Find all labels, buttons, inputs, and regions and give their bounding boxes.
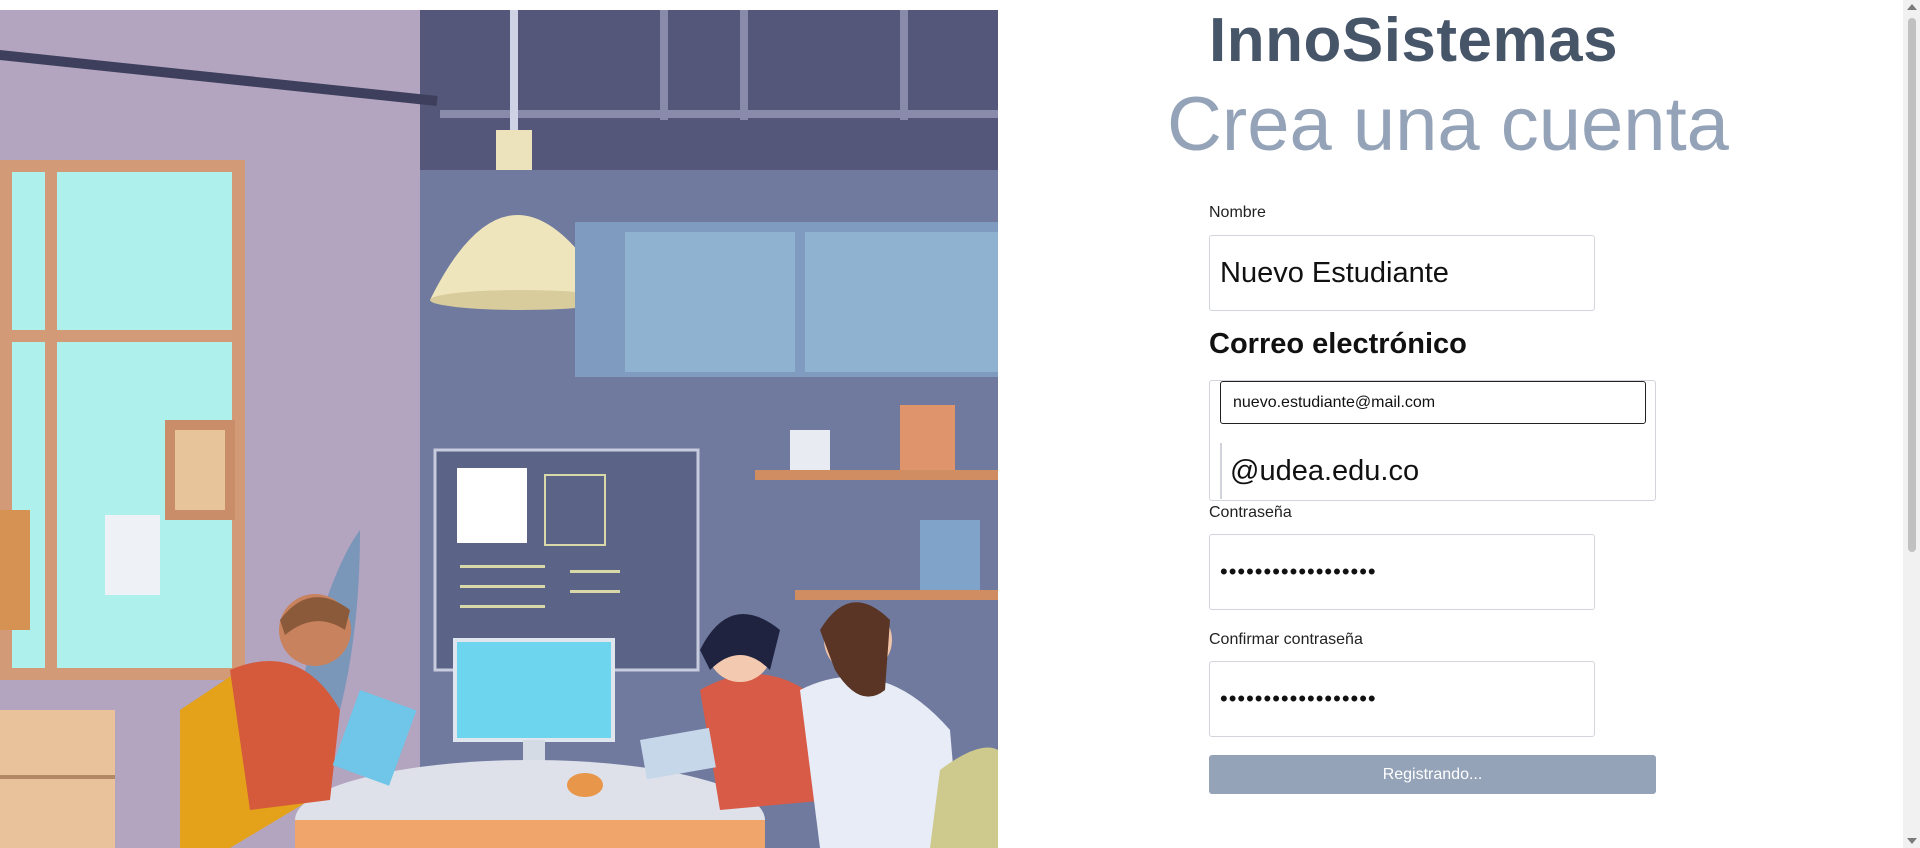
email-input[interactable] [1220, 381, 1646, 424]
email-group: @udea.edu.co [1209, 380, 1656, 501]
password-input[interactable] [1209, 534, 1595, 610]
name-label: Nombre [1209, 204, 1266, 221]
office-illustration [0, 10, 998, 848]
scroll-up-icon[interactable] [1907, 4, 1917, 10]
scroll-down-icon[interactable] [1907, 838, 1917, 844]
page-heading: Crea una cuenta [1167, 82, 1729, 167]
brand-title: InnoSistemas [1209, 6, 1619, 75]
email-domain-suffix: @udea.edu.co [1220, 443, 1419, 499]
confirm-password-input[interactable] [1209, 661, 1595, 737]
name-input[interactable] [1209, 235, 1595, 311]
password-label: Contraseña [1209, 504, 1292, 521]
register-button[interactable]: Registrando... [1209, 755, 1656, 794]
email-label: Correo electrónico [1209, 328, 1467, 360]
confirm-password-label: Confirmar contraseña [1209, 631, 1363, 648]
page-scrollbar[interactable] [1903, 0, 1920, 848]
scroll-thumb[interactable] [1908, 18, 1916, 552]
